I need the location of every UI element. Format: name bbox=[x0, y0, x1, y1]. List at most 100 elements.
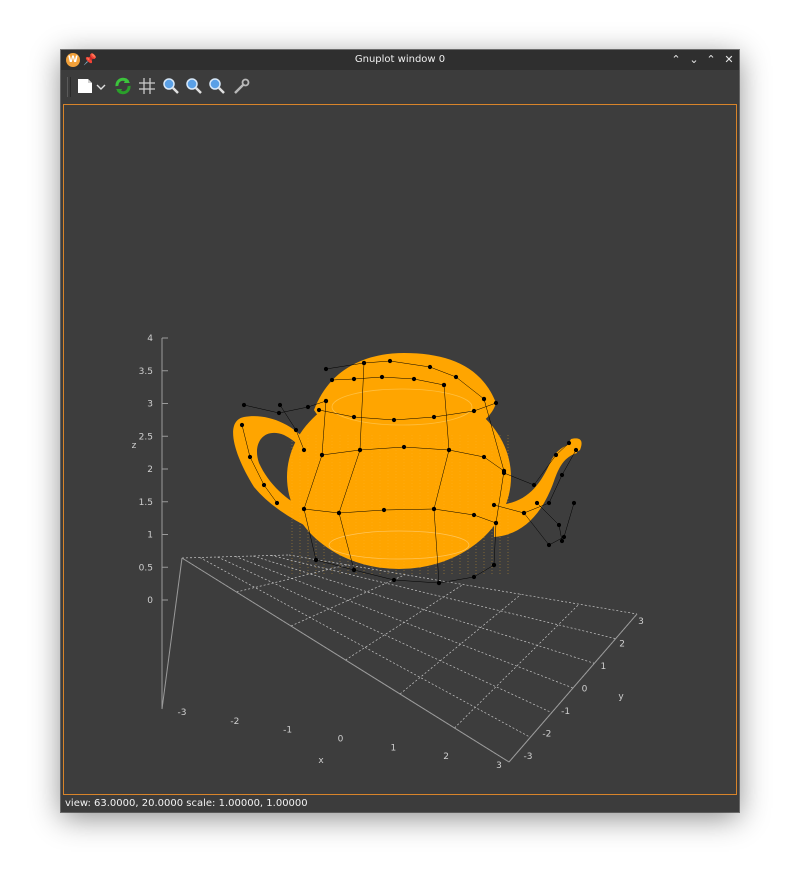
control-point bbox=[381, 507, 387, 513]
control-point bbox=[493, 400, 499, 406]
minimize-icon[interactable]: ⌄ bbox=[687, 52, 701, 68]
x-tick-label: 3 bbox=[496, 761, 502, 771]
control-point bbox=[305, 404, 311, 410]
control-point bbox=[391, 577, 397, 583]
control-point bbox=[556, 522, 562, 528]
y-tick-label: 0 bbox=[582, 685, 588, 695]
control-point bbox=[501, 468, 507, 474]
x-tick-label: -1 bbox=[283, 726, 292, 736]
export-icon[interactable] bbox=[75, 75, 95, 97]
control-point bbox=[361, 360, 367, 366]
control-point bbox=[531, 482, 537, 488]
control-point bbox=[351, 376, 357, 382]
grid-line-y bbox=[235, 556, 574, 689]
control-point bbox=[491, 562, 497, 568]
control-point bbox=[471, 408, 477, 414]
control-point bbox=[559, 538, 565, 544]
control-point bbox=[427, 364, 433, 370]
x-tick-label: 1 bbox=[390, 743, 396, 753]
control-point bbox=[453, 374, 459, 380]
control-point bbox=[261, 482, 267, 488]
control-point bbox=[274, 500, 280, 506]
toolbar bbox=[61, 70, 739, 102]
control-point bbox=[561, 534, 567, 540]
control-point bbox=[401, 444, 407, 450]
z-tick-label: 0.5 bbox=[139, 563, 153, 573]
teapot-lid bbox=[314, 353, 496, 440]
control-point bbox=[247, 454, 253, 460]
grid-line-y bbox=[199, 557, 531, 738]
replot-icon[interactable] bbox=[113, 75, 133, 97]
control-point bbox=[446, 447, 452, 453]
control-point bbox=[431, 414, 437, 420]
control-point bbox=[553, 452, 559, 458]
title-bar[interactable]: W 📌 Gnuplot window 0 ⌃︎ ⌄ ⌃ ✕ bbox=[61, 50, 739, 70]
control-point bbox=[319, 452, 325, 458]
control-point bbox=[546, 500, 552, 506]
control-point bbox=[301, 447, 307, 453]
control-point bbox=[411, 376, 417, 382]
y-tick-label: 2 bbox=[619, 640, 625, 650]
x-axis-label: x bbox=[318, 756, 324, 766]
y-tick-label: 3 bbox=[638, 617, 644, 627]
control-point bbox=[316, 407, 322, 413]
control-point bbox=[323, 398, 329, 404]
control-point bbox=[534, 500, 540, 506]
control-point bbox=[566, 440, 572, 446]
y-tick-label: -1 bbox=[561, 707, 570, 717]
z-tick-label: 3 bbox=[147, 400, 153, 410]
control-point bbox=[241, 402, 247, 408]
zoom-fit-icon[interactable] bbox=[207, 75, 227, 97]
grid-line-y bbox=[288, 554, 638, 615]
teapot-knob bbox=[391, 382, 421, 394]
control-point bbox=[481, 396, 487, 402]
control-point bbox=[301, 506, 307, 512]
control-point bbox=[379, 374, 385, 380]
y-tick-label: -3 bbox=[524, 752, 533, 762]
control-point bbox=[441, 382, 447, 388]
control-point bbox=[387, 358, 393, 364]
teapot-plot: -3 -2 -1 0 1 2 3 -3 -2 -1 0 1 2 3 4 3.5 3 2.5 2 1.5 1 0.5 0 x y z bbox=[132, 334, 644, 771]
control-point bbox=[323, 366, 329, 372]
grid-line-y bbox=[217, 556, 552, 713]
control-point bbox=[313, 557, 319, 563]
maximize-icon[interactable]: ⌃ bbox=[704, 52, 718, 68]
base-grid bbox=[181, 554, 638, 763]
grid-icon[interactable] bbox=[137, 75, 157, 97]
x-tick-label: -2 bbox=[230, 717, 239, 727]
x-axis-line bbox=[181, 557, 510, 763]
control-net-line bbox=[536, 502, 563, 542]
control-point bbox=[521, 510, 527, 516]
z-tick-label: 2.5 bbox=[139, 432, 153, 442]
z-axis-base bbox=[161, 557, 183, 710]
z-tick-label: 1.5 bbox=[139, 498, 153, 508]
control-point bbox=[351, 567, 357, 573]
control-point bbox=[481, 454, 487, 460]
dropdown-chevron-icon[interactable] bbox=[95, 75, 107, 97]
control-point bbox=[357, 447, 363, 453]
zoom-out-icon[interactable] bbox=[184, 75, 204, 97]
control-point bbox=[493, 520, 499, 526]
teapot-surface bbox=[233, 353, 582, 575]
settings-icon[interactable] bbox=[231, 75, 251, 97]
control-point bbox=[351, 414, 357, 420]
toolbar-grip[interactable] bbox=[67, 77, 71, 97]
close-icon[interactable]: ✕ bbox=[722, 52, 736, 68]
control-point bbox=[293, 427, 299, 433]
x-tick-label: -3 bbox=[178, 708, 187, 718]
shade-window-icon[interactable]: ⌃︎ bbox=[669, 52, 683, 68]
plot-canvas[interactable]: -3 -2 -1 0 1 2 3 -3 -2 -1 0 1 2 3 4 3.5 3 2.5 2 1.5 1 0.5 0 x y z bbox=[63, 104, 737, 795]
control-point bbox=[546, 542, 552, 548]
control-point bbox=[431, 506, 437, 512]
y-axis-line bbox=[508, 613, 638, 763]
status-bar: view: 63.0000, 20.0000 scale: 1.00000, 1… bbox=[61, 796, 739, 812]
control-point bbox=[239, 422, 245, 428]
control-point bbox=[336, 510, 342, 516]
control-point bbox=[276, 410, 282, 416]
control-point bbox=[471, 512, 477, 518]
status-text: view: 63.0000, 20.0000 scale: 1.00000, 1… bbox=[65, 798, 308, 809]
control-net-line bbox=[243, 400, 327, 414]
zoom-in-icon[interactable] bbox=[161, 75, 181, 97]
control-point bbox=[571, 500, 577, 506]
control-point bbox=[573, 447, 579, 453]
